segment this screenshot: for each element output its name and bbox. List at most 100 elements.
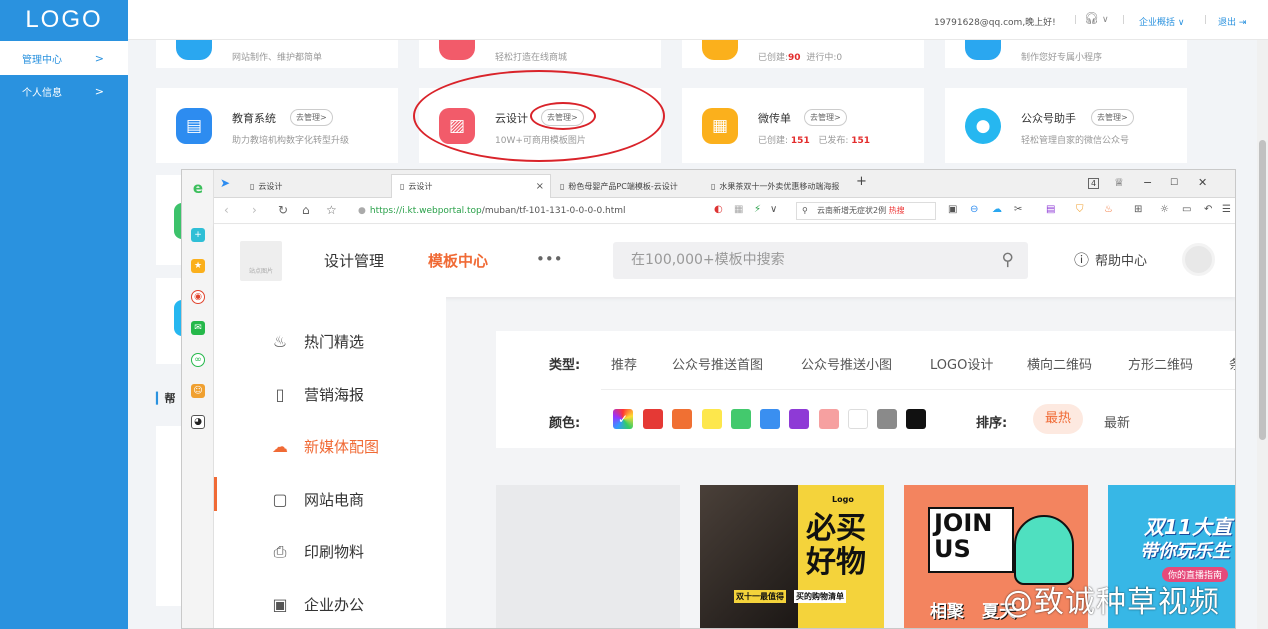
app-card-website[interactable]: 网站制作、维护都简单: [156, 40, 398, 68]
manage-button[interactable]: 去管理>: [290, 109, 333, 126]
plus-icon[interactable]: +: [191, 228, 205, 242]
undo-icon[interactable]: ↶: [1204, 204, 1212, 215]
grid-icon[interactable]: ▦: [734, 204, 743, 215]
app-card-miniprogram[interactable]: 制作您好专属小程序: [945, 40, 1187, 68]
type-option[interactable]: 公众号推送小图: [801, 354, 892, 373]
cloud-icon[interactable]: ∞: [191, 353, 205, 367]
translate-icon[interactable]: ⊖: [970, 204, 978, 215]
manage-button[interactable]: 去管理>: [1091, 109, 1134, 126]
star-icon[interactable]: ★: [191, 259, 205, 273]
template-search-input[interactable]: 在100,000+模板中搜索 ⚲: [613, 242, 1028, 279]
panda-icon[interactable]: ◕: [191, 415, 205, 429]
type-option[interactable]: LOGO设计: [930, 354, 993, 373]
category-item-print[interactable]: ⎙ 印刷物料: [270, 541, 364, 562]
browser-search-box[interactable]: ⚲ 云南新增无症状2例 热搜: [796, 202, 936, 220]
tab-count[interactable]: 4: [1088, 178, 1100, 189]
app-card-education[interactable]: ▤ 教育系统 去管理> 助力教培机构数字化转型升级: [156, 88, 398, 163]
refresh-icon[interactable]: ↻: [278, 203, 288, 217]
game-icon[interactable]: ☺: [191, 384, 205, 398]
type-option[interactable]: 条: [1229, 354, 1235, 373]
search-icon[interactable]: ⚲: [1002, 242, 1014, 279]
browser-tab[interactable]: ▯ 粉色母婴产品PC端模板-云设计: [552, 174, 702, 198]
color-swatch[interactable]: [760, 409, 780, 429]
minimize-icon[interactable]: −: [1143, 176, 1152, 189]
category-item-ecommerce[interactable]: ▢ 网站电商: [270, 489, 364, 510]
color-swatch[interactable]: [731, 409, 751, 429]
sidebar-item-personal-info[interactable]: 个人信息 >: [0, 74, 128, 108]
color-swatch[interactable]: [819, 409, 839, 429]
category-item-office[interactable]: ▣ 企业办公: [270, 594, 364, 615]
gamepad-icon[interactable]: ♨: [1104, 204, 1113, 215]
color-swatch[interactable]: [877, 409, 897, 429]
assistant-icon[interactable]: ☁: [992, 204, 1002, 215]
color-swatch[interactable]: [906, 409, 926, 429]
url-field[interactable]: ● https://i.kt.webportal.top/muban/tf-101…: [358, 202, 698, 220]
avatar[interactable]: [1182, 243, 1215, 276]
nav-template-center[interactable]: 模板中心: [428, 250, 488, 271]
sort-hot-button[interactable]: 最热: [1033, 404, 1083, 434]
battery-icon[interactable]: ▭: [1182, 204, 1191, 215]
color-swatch[interactable]: [672, 409, 692, 429]
app-card-wechat-helper[interactable]: ● 公众号助手 去管理> 轻松管理自家的微信公众号: [945, 88, 1187, 163]
app-card-activity[interactable]: 已创建:90 进行中:0: [682, 40, 924, 68]
headset-icon[interactable]: 🎧︎: [1084, 11, 1099, 25]
browser-logo-icon[interactable]: e: [191, 179, 205, 197]
color-swatch[interactable]: [789, 409, 809, 429]
home-icon[interactable]: ⌂: [302, 203, 310, 217]
close-tab-icon[interactable]: ×: [536, 181, 544, 192]
bookmark-star-icon[interactable]: ☆: [326, 203, 337, 217]
menu-icon[interactable]: ☰: [1222, 204, 1231, 215]
chevron-down-icon[interactable]: ∨: [770, 204, 777, 215]
color-swatch-all[interactable]: ✓: [613, 409, 633, 429]
new-tab-button[interactable]: +: [856, 174, 867, 189]
browser-tab[interactable]: ▯ 云设计: [242, 174, 390, 198]
app-card-flyer[interactable]: ▦ 微传单 去管理> 已创建: 151 已发布: 151: [682, 88, 924, 163]
type-option[interactable]: 横向二维码: [1027, 354, 1092, 373]
shirt-icon[interactable]: ♕: [1114, 176, 1124, 189]
type-option[interactable]: 推荐: [611, 354, 637, 373]
site-logo[interactable]: 站点图片: [240, 241, 282, 281]
shield-extension-icon[interactable]: ⛉: [1076, 204, 1084, 215]
color-swatch[interactable]: [702, 409, 722, 429]
navigation-icon[interactable]: ➤: [220, 176, 230, 190]
scrollbar-thumb[interactable]: [1259, 140, 1266, 440]
mail-icon[interactable]: ✉: [191, 321, 205, 335]
notes-icon[interactable]: ▤: [1046, 204, 1055, 215]
nav-design-management[interactable]: 设计管理: [324, 250, 384, 271]
color-swatch[interactable]: [848, 409, 868, 429]
sort-label: 排序:: [976, 416, 1008, 431]
manage-button[interactable]: 去管理>: [804, 109, 847, 126]
browser-tab-active[interactable]: ▯ 云设计 ×: [391, 174, 551, 198]
poster-text: 带你玩乐生: [1140, 541, 1230, 562]
maximize-icon[interactable]: ☐: [1170, 178, 1178, 188]
lightning-icon[interactable]: ⚡: [754, 204, 761, 215]
section-heading-partial: ▎帮: [156, 392, 176, 405]
more-icon[interactable]: •••: [536, 250, 563, 268]
close-window-icon[interactable]: ✕: [1198, 176, 1207, 189]
category-item-hot[interactable]: ♨ 热门精选: [270, 331, 364, 352]
browser-tab[interactable]: ▯ 水果茶双十一外卖优惠移动端海报: [703, 174, 853, 198]
color-swatch[interactable]: [643, 409, 663, 429]
logout-link[interactable]: 退出 ⇥: [1218, 15, 1246, 28]
type-option[interactable]: 方形二维码: [1128, 354, 1193, 373]
page-scrollbar[interactable]: [1257, 40, 1268, 629]
template-card[interactable]: Logo 必买 好物 双十一最值得 买的购物清单: [700, 485, 884, 628]
sidebar-item-management[interactable]: 管理中心 >: [0, 41, 128, 75]
panel-partial: [156, 426, 182, 606]
scissors-icon[interactable]: ✂: [1014, 204, 1022, 215]
category-item-new-media[interactable]: ☁ 新媒体配图: [270, 436, 379, 457]
sort-newest-button[interactable]: 最新: [1104, 412, 1130, 431]
overview-link[interactable]: 企业概括 ∨: [1139, 15, 1184, 28]
brightness-icon[interactable]: ☼: [1160, 204, 1169, 215]
shield-icon[interactable]: ◐: [714, 204, 723, 215]
screenshot-icon[interactable]: ▣: [948, 204, 957, 215]
back-icon[interactable]: ‹: [224, 203, 229, 217]
forward-icon[interactable]: ›: [252, 203, 257, 217]
app-card-mall[interactable]: 轻松打造在线商城: [419, 40, 661, 68]
help-center-link[interactable]: ⓘ 帮助中心: [1074, 249, 1147, 270]
template-card[interactable]: [496, 485, 680, 628]
apps-icon[interactable]: ⊞: [1134, 204, 1142, 215]
category-item-marketing-poster[interactable]: ▯ 营销海报: [270, 384, 364, 405]
type-option[interactable]: 公众号推送首图: [672, 354, 763, 373]
weibo-icon[interactable]: ◉: [191, 290, 205, 304]
